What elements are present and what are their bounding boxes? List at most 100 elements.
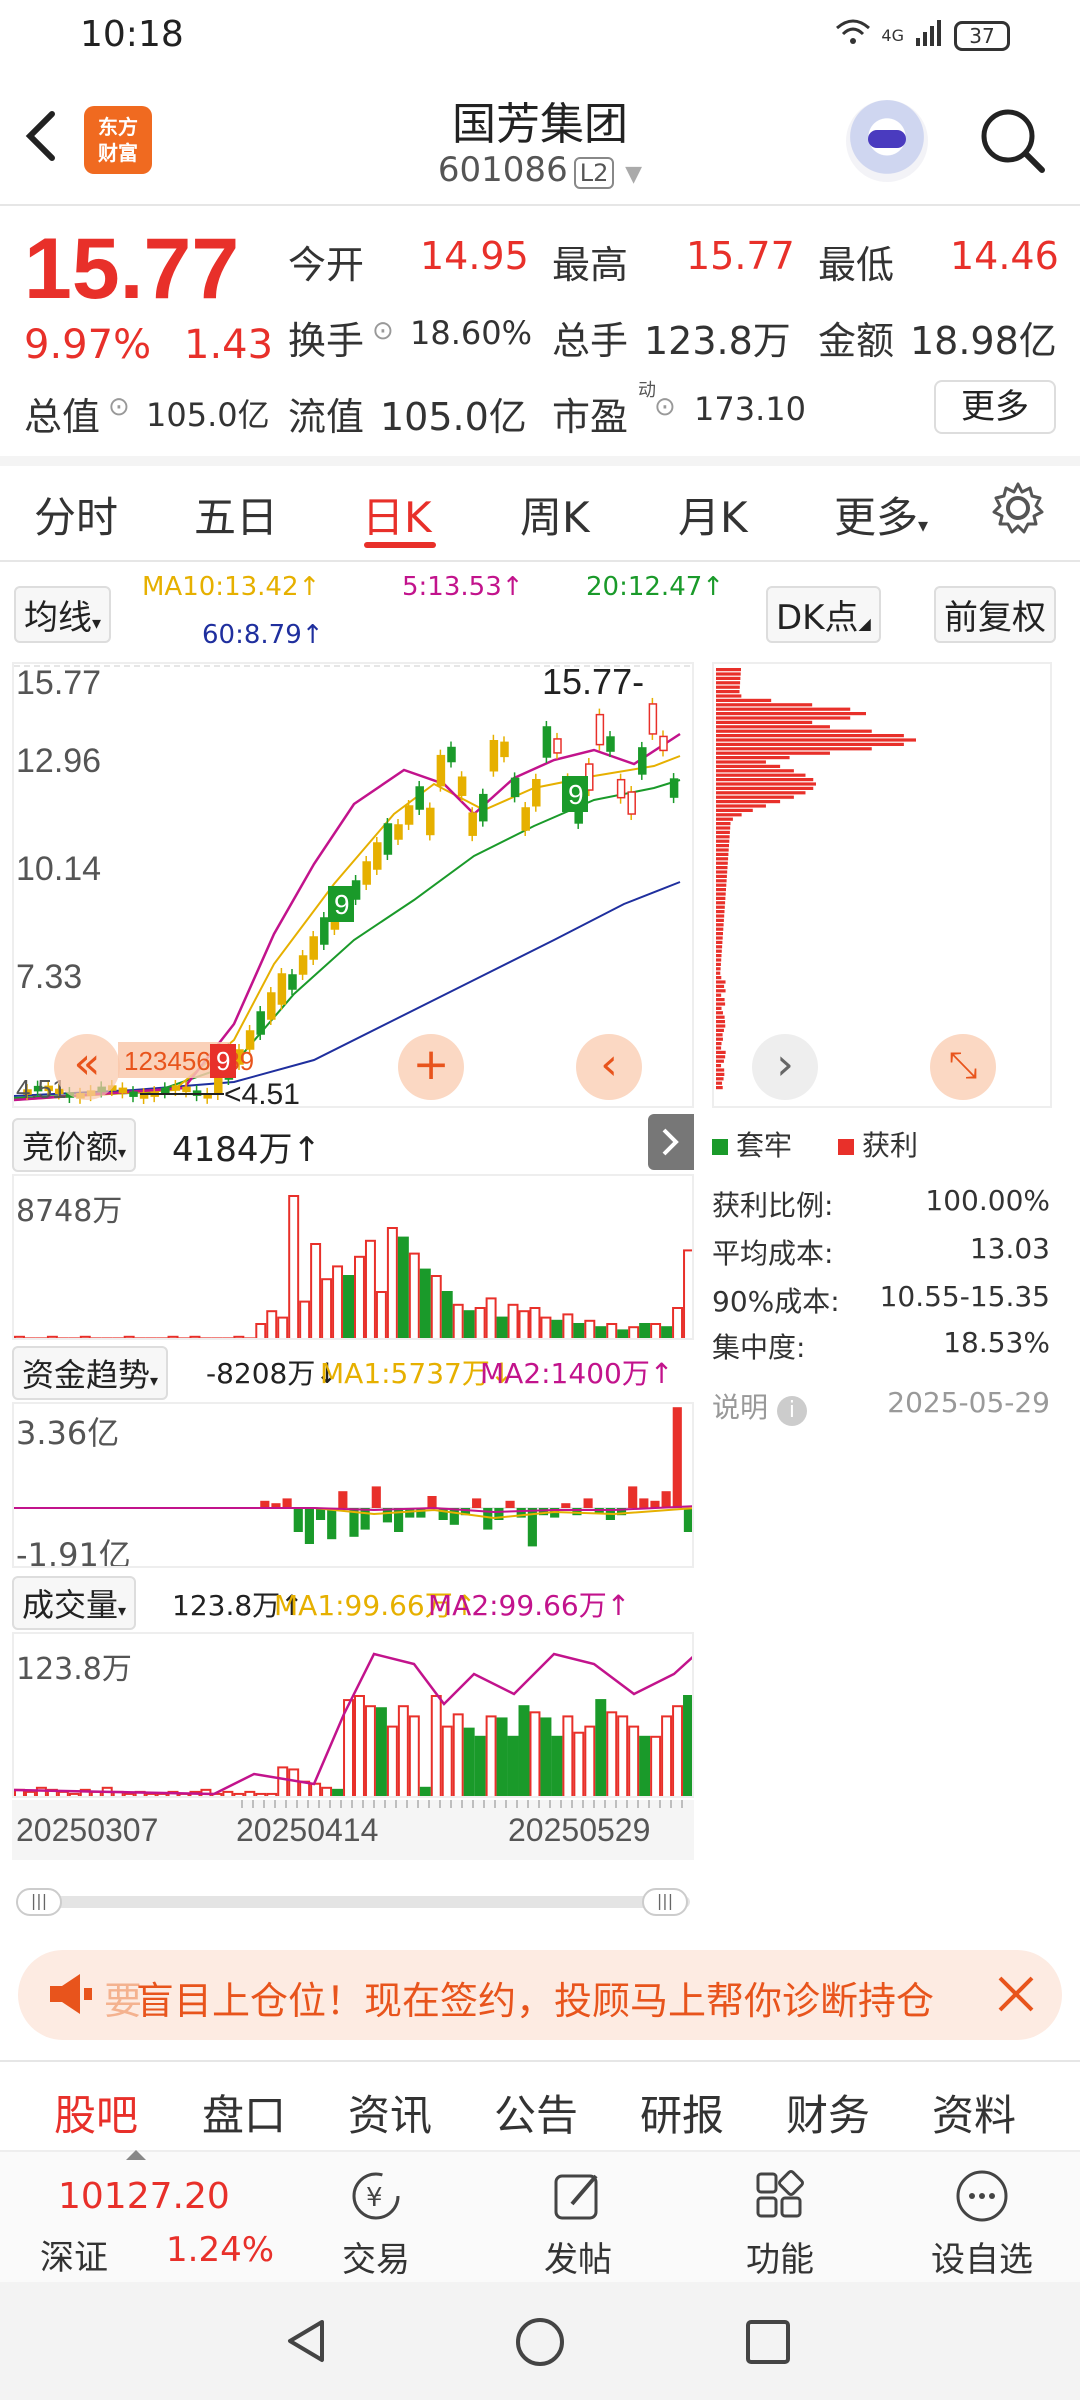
assistant-avatar[interactable] bbox=[846, 100, 928, 182]
pe-label: 市盈 bbox=[552, 386, 628, 441]
chip-bar bbox=[716, 1060, 724, 1063]
functions-button[interactable]: 功能 bbox=[710, 2168, 850, 2281]
volume-bar bbox=[289, 1769, 298, 1798]
tab-more[interactable]: 更多▾ bbox=[834, 484, 928, 545]
post-button[interactable]: 发帖 bbox=[508, 2168, 648, 2281]
scroll-right-button[interactable]: › bbox=[752, 1034, 818, 1100]
scroll-left-button[interactable]: ‹ bbox=[576, 1034, 642, 1100]
nav-home-icon[interactable] bbox=[514, 2316, 566, 2368]
volume-chart[interactable]: 123.8万 bbox=[12, 1632, 694, 1798]
tab-order-book[interactable]: 盘口 bbox=[202, 2082, 286, 2143]
fund-bar bbox=[361, 1508, 370, 1530]
volume-bar bbox=[366, 1706, 375, 1798]
tab-news[interactable]: 资讯 bbox=[348, 2082, 432, 2143]
tab-week-k[interactable]: 周K bbox=[520, 484, 590, 545]
ma-select[interactable]: 均线▾ bbox=[14, 586, 111, 643]
chip-date: 2025-05-29 bbox=[887, 1386, 1050, 1419]
tab-month-k[interactable]: 月K bbox=[678, 484, 748, 545]
stock-code-row[interactable]: 601086 L2 ▼ bbox=[340, 150, 740, 190]
candle-body bbox=[596, 715, 603, 745]
volume-bar bbox=[234, 1794, 243, 1798]
range-handle-left[interactable]: ||| bbox=[16, 1888, 62, 1916]
expand-button[interactable]: ⤡ bbox=[930, 1034, 996, 1100]
auction-select[interactable]: 竞价额▾ bbox=[12, 1118, 136, 1172]
range-handle-right[interactable]: ||| bbox=[642, 1888, 688, 1916]
candle-body bbox=[618, 780, 625, 798]
note-link[interactable]: 说明 i bbox=[712, 1386, 807, 1426]
auction-bar bbox=[26, 1338, 35, 1340]
info-circle-icon[interactable]: ⊙ bbox=[108, 392, 130, 422]
tab-financials[interactable]: 财务 bbox=[786, 2082, 870, 2143]
tab-day-k[interactable]: 日K bbox=[362, 484, 432, 545]
index-value[interactable]: 10127.20 bbox=[58, 2176, 230, 2217]
auction-bar bbox=[190, 1337, 199, 1340]
auction-chart[interactable]: 8748万 bbox=[12, 1174, 694, 1340]
ma60-value: 60:8.79↑ bbox=[202, 620, 324, 650]
volume-bar bbox=[520, 1706, 529, 1798]
index-name[interactable]: 深证 bbox=[40, 2230, 108, 2279]
profit-ratio-value: 100.00% bbox=[925, 1184, 1050, 1217]
tab-guba[interactable]: 股吧 bbox=[54, 2082, 138, 2143]
promo-banner[interactable]: 要 盲目上仓位！现在签约，投顾马上帮你诊断持仓 bbox=[18, 1950, 1062, 2040]
more-quote-button[interactable]: 更多 bbox=[934, 380, 1056, 434]
volume-bar bbox=[541, 1718, 550, 1798]
volume-select[interactable]: 成交量▾ bbox=[12, 1576, 136, 1630]
avg-cost-value: 13.03 bbox=[970, 1232, 1050, 1265]
volume-bar bbox=[530, 1712, 539, 1798]
volume-bar bbox=[333, 1790, 342, 1798]
tab-announcements[interactable]: 公告 bbox=[494, 2082, 578, 2143]
chip-bar bbox=[716, 875, 727, 878]
chip-bar bbox=[716, 976, 721, 979]
fund-bar bbox=[684, 1508, 693, 1532]
search-button[interactable] bbox=[976, 104, 1048, 176]
info-circle-icon[interactable]: ⊙ bbox=[372, 316, 394, 346]
tab-five-day[interactable]: 五日 bbox=[194, 484, 278, 545]
chip-bar bbox=[716, 954, 722, 957]
chip-bar bbox=[716, 919, 724, 922]
fund-trend-value: -8208万↓ bbox=[206, 1352, 339, 1392]
auction-bar bbox=[541, 1318, 550, 1340]
caret-down-icon: ▾ bbox=[118, 1601, 126, 1620]
zoom-in-button[interactable]: + bbox=[398, 1034, 464, 1100]
dk-point-select[interactable]: DK点◢ bbox=[766, 586, 881, 643]
info-circle-icon[interactable]: ⊙ bbox=[654, 392, 676, 422]
kline-chart[interactable]: 123456789 9 9 9 <4.51 15.77- 15.77 12.96… bbox=[12, 662, 694, 1108]
auction-bar bbox=[432, 1276, 441, 1340]
chip-bar bbox=[716, 721, 812, 724]
candle-body bbox=[512, 778, 519, 796]
fund-trend-chart[interactable]: 3.36亿 -1.91亿 bbox=[12, 1402, 694, 1568]
chip-bar bbox=[716, 747, 872, 750]
settings-button[interactable] bbox=[990, 480, 1046, 540]
scroll-left-fast-button[interactable]: « bbox=[54, 1034, 120, 1100]
close-banner-button[interactable] bbox=[986, 1964, 1046, 2024]
chip-bar bbox=[716, 765, 780, 768]
nav-back-icon[interactable] bbox=[282, 2316, 332, 2366]
auction-value: 4184万↑ bbox=[172, 1122, 321, 1171]
range-slider-track[interactable] bbox=[16, 1896, 690, 1908]
chip-bar bbox=[716, 994, 721, 997]
tab-profile[interactable]: 资料 bbox=[932, 2082, 1016, 2143]
fund-trend-select[interactable]: 资金趋势▾ bbox=[12, 1346, 168, 1400]
price-adjust-select[interactable]: 前复权 bbox=[934, 586, 1056, 643]
chip-distribution-chart[interactable]: › ⤡ bbox=[712, 662, 1052, 1108]
chip-bar bbox=[716, 831, 730, 834]
add-watchlist-button[interactable]: 设自选 bbox=[912, 2168, 1052, 2281]
auction-bar bbox=[563, 1314, 572, 1340]
nav-recents-icon[interactable] bbox=[744, 2318, 792, 2366]
trade-button[interactable]: ¥ 交易 bbox=[306, 2168, 446, 2281]
fund-bar bbox=[639, 1498, 648, 1508]
candle-body bbox=[278, 974, 285, 1004]
header-divider bbox=[0, 204, 1080, 206]
low-label: 最低 bbox=[818, 234, 894, 289]
fund-bar bbox=[673, 1407, 682, 1508]
volume-bar bbox=[607, 1712, 616, 1798]
index-percent[interactable]: 1.24% bbox=[166, 2230, 274, 2270]
concentration-label: 集中度: bbox=[712, 1326, 805, 1366]
tab-intraday[interactable]: 分时 bbox=[34, 484, 118, 545]
tab-research[interactable]: 研报 bbox=[640, 2082, 724, 2143]
candle-body bbox=[162, 1088, 169, 1092]
chip-bar bbox=[716, 985, 724, 988]
back-button[interactable] bbox=[22, 104, 72, 174]
expand-side-panel-button[interactable] bbox=[648, 1114, 694, 1170]
candle-body bbox=[384, 824, 391, 854]
